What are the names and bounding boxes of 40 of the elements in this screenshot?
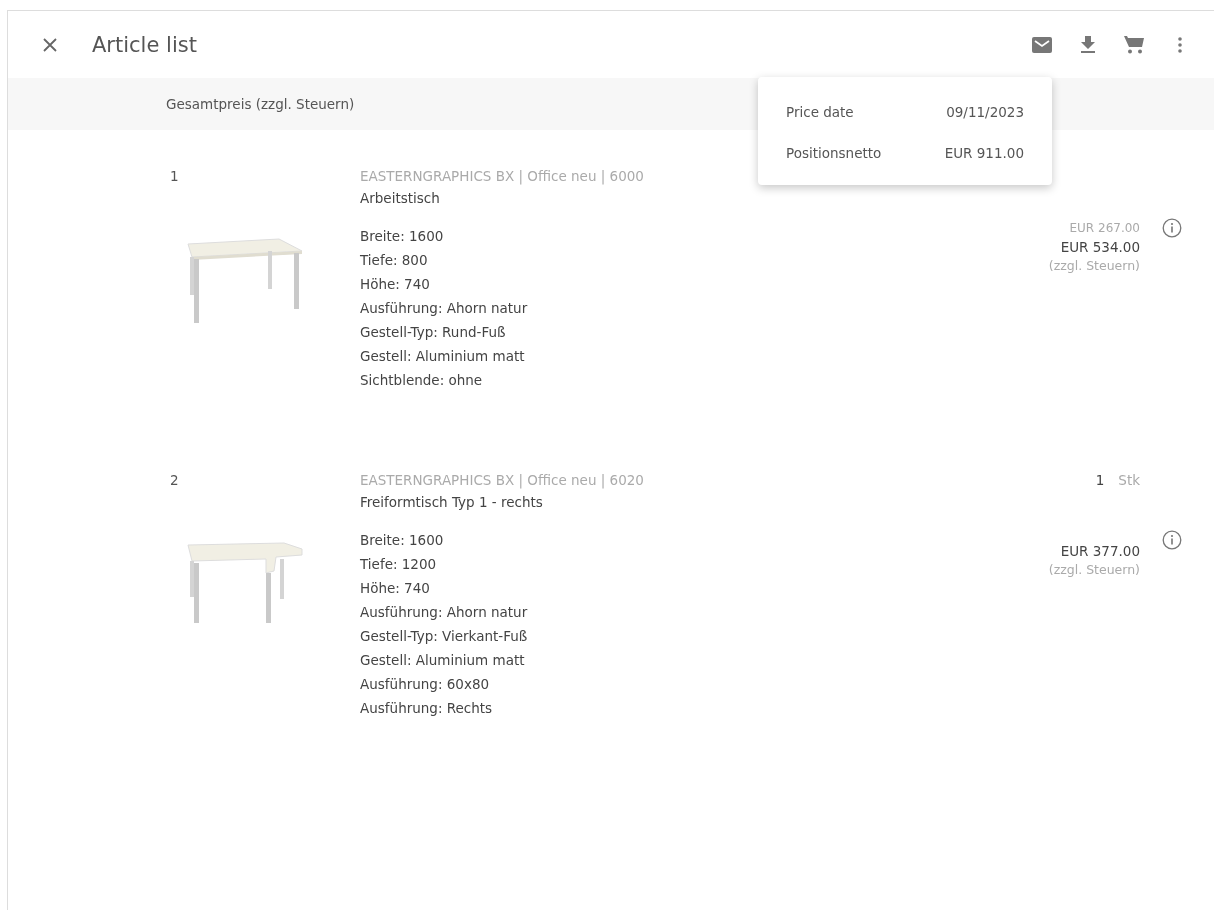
article-attribute: Breite: 1600 bbox=[360, 227, 445, 246]
item-number: 2 bbox=[170, 472, 179, 488]
download-icon bbox=[1081, 36, 1095, 53]
item-number: 1 bbox=[170, 168, 179, 184]
article-attribute: Ausführung: Rechts bbox=[360, 699, 494, 718]
article-name: Freiformtisch Typ 1 - rechts bbox=[360, 493, 544, 512]
cart-icon bbox=[1124, 35, 1144, 54]
article-attribute: Gestell: Aluminium matt bbox=[360, 347, 526, 366]
quantity: 1 bbox=[1095, 471, 1105, 490]
total-price: EUR 534.00 bbox=[1060, 238, 1140, 257]
popup-label: Positionsnetto bbox=[786, 144, 882, 161]
popup-value: EUR 911.00 bbox=[944, 144, 1024, 161]
article-attribute: Tiefe: 800 bbox=[360, 251, 429, 270]
article-attribute: Tiefe: 1200 bbox=[360, 555, 438, 574]
unit-price: EUR 267.00 bbox=[1069, 220, 1140, 236]
article-attribute: Ausführung: Ahorn natur bbox=[360, 603, 529, 622]
unit: Stk bbox=[1118, 471, 1140, 490]
article-attribute: Gestell: Aluminium matt bbox=[360, 651, 526, 670]
window-title: Article list bbox=[92, 32, 198, 57]
popup-label: Price date bbox=[786, 103, 854, 120]
article-name: Arbeitstisch bbox=[360, 189, 441, 208]
article-attribute: Höhe: 740 bbox=[360, 275, 431, 294]
article-attribute: Ausführung: Ahorn natur bbox=[360, 299, 529, 318]
article-attribute: Höhe: 740 bbox=[360, 579, 431, 598]
tax-note: (zzgl. Steuern) bbox=[1048, 258, 1140, 274]
article-source: EASTERNGRAPHICS BX | Office neu | 6000 bbox=[360, 167, 645, 186]
popup-value: 09/11/2023 bbox=[946, 103, 1024, 120]
article-attribute: Gestell-Typ: Vierkant-Fuß bbox=[360, 627, 529, 646]
info-icon[interactable] bbox=[1162, 218, 1182, 238]
info-icon[interactable] bbox=[1162, 530, 1182, 550]
more-vertical-icon bbox=[1178, 36, 1182, 53]
tax-note: (zzgl. Steuern) bbox=[1048, 562, 1140, 578]
envelope-icon bbox=[1032, 36, 1052, 53]
article-attribute: Sichtblende: ohne bbox=[360, 371, 484, 390]
column-header: Gesamtpreis (zzgl. Steuern) bbox=[166, 96, 355, 112]
article-attribute: Breite: 1600 bbox=[360, 531, 445, 550]
article-attribute: Ausführung: 60x80 bbox=[360, 675, 491, 694]
article-source: EASTERNGRAPHICS BX | Office neu | 6020 bbox=[360, 471, 645, 490]
total-price: EUR 377.00 bbox=[1060, 542, 1140, 561]
article-attribute: Gestell-Typ: Rund-Fuß bbox=[360, 323, 507, 342]
